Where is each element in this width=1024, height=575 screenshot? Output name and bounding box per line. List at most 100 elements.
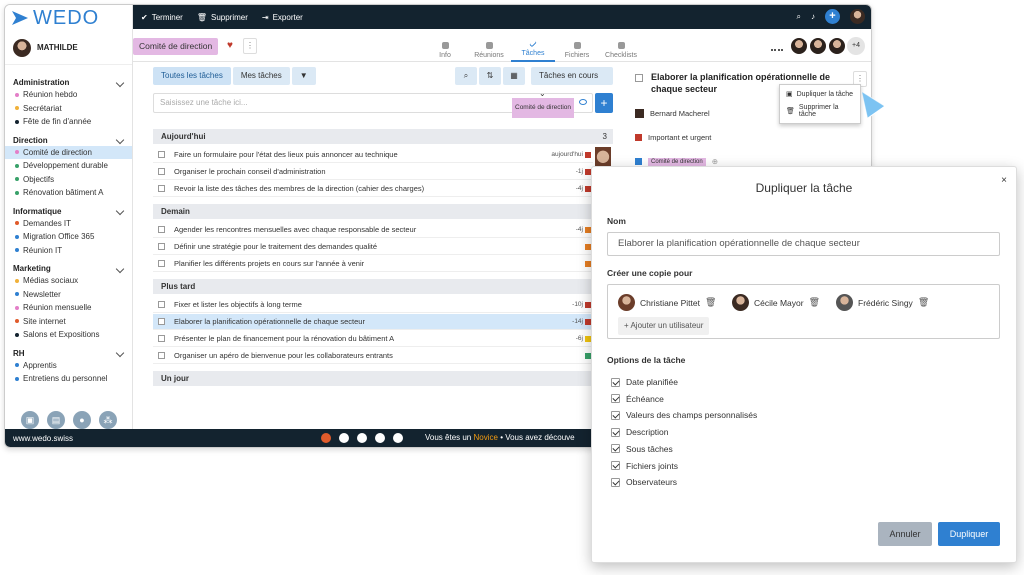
detail-tags[interactable]: Comité de direction ⊕: [635, 157, 718, 166]
sidebar-item[interactable]: Migration Office 365: [5, 230, 132, 244]
detail-priority[interactable]: Important et urgent: [635, 133, 711, 142]
task-checkbox[interactable]: [158, 335, 165, 342]
option-checkbox[interactable]: Observateurs: [611, 477, 677, 487]
sidebar-item[interactable]: Salons et Expositions: [5, 328, 132, 342]
sidebar-item[interactable]: Réunion hebdo: [5, 88, 132, 102]
cancel-button[interactable]: Annuler: [878, 522, 932, 546]
add-tag-icon[interactable]: ⊕: [712, 157, 718, 166]
delete-button[interactable]: 🗑 Supprimer: [197, 13, 248, 22]
checkbox-checked-icon[interactable]: [611, 394, 620, 404]
option-checkbox[interactable]: Échéance: [611, 394, 664, 404]
checkbox-checked-icon[interactable]: [611, 477, 620, 487]
tab-item[interactable]: Réunions: [467, 29, 511, 62]
avatar[interactable]: [850, 9, 865, 24]
export-button[interactable]: ⇥ Exporter: [262, 13, 303, 22]
clipboard-icon[interactable]: ▤: [47, 411, 65, 429]
add-icon[interactable]: +: [825, 9, 840, 24]
sidebar-group[interactable]: Direction: [5, 133, 132, 146]
task-checkbox[interactable]: [158, 318, 165, 325]
tag-chip[interactable]: Comité de direction: [648, 157, 706, 166]
users-icon[interactable]: ⁂: [99, 411, 117, 429]
sidebar-item[interactable]: Médias sociaux: [5, 274, 132, 288]
task-checkbox[interactable]: [158, 168, 165, 175]
bell-icon[interactable]: ♪: [811, 12, 815, 21]
sidebar-item[interactable]: Réunion mensuelle: [5, 301, 132, 315]
logo[interactable]: WEDO: [5, 5, 132, 31]
sort-icon[interactable]: ⇅: [479, 67, 501, 85]
section-header[interactable]: Plus tard: [153, 279, 613, 294]
table-row[interactable]: Planifier les différents projets en cour…: [153, 256, 593, 272]
finish-button[interactable]: ✔ Terminer: [141, 13, 183, 22]
detail-checkbox[interactable]: [635, 74, 643, 82]
trash-icon[interactable]: 🗑: [705, 297, 716, 308]
section-header[interactable]: Demain: [153, 204, 613, 219]
briefcase-icon[interactable]: ▣: [21, 411, 39, 429]
option-checkbox[interactable]: Fichiers joints: [611, 461, 678, 471]
sidebar-item[interactable]: Rénovation bâtiment A: [5, 186, 132, 200]
table-row[interactable]: Organiser le prochain conseil d'administ…: [153, 164, 593, 180]
tab-item[interactable]: Info: [423, 29, 467, 62]
task-checkbox[interactable]: [158, 352, 165, 359]
tab-item[interactable]: Tâches: [511, 29, 555, 62]
task-checkbox[interactable]: [158, 226, 165, 233]
grid-icon[interactable]: ▦: [503, 67, 525, 85]
table-row[interactable]: Faire un formulaire pour l'état des lieu…: [153, 147, 593, 163]
current-user[interactable]: MATHILDE: [5, 31, 132, 65]
sidebar-item[interactable]: Fête de fin d'année: [5, 115, 132, 129]
sidebar-item[interactable]: Développement durable: [5, 159, 132, 173]
chevron-down-icon[interactable]: [115, 206, 125, 216]
checkbox-checked-icon[interactable]: [611, 427, 620, 437]
checkbox-checked-icon[interactable]: [611, 461, 620, 470]
chevron-down-icon[interactable]: [115, 264, 125, 273]
chevron-down-icon[interactable]: [115, 78, 125, 87]
checkbox-checked-icon[interactable]: [611, 444, 620, 454]
grid-icon[interactable]: [771, 41, 783, 51]
sidebar-item[interactable]: Demandes IT: [5, 217, 132, 231]
checkbox-checked-icon[interactable]: [611, 377, 620, 387]
task-checkbox[interactable]: [158, 260, 165, 267]
task-checkbox[interactable]: [158, 185, 165, 192]
user-icon[interactable]: ●: [73, 411, 91, 429]
footer-brand[interactable]: www.wedo.swiss: [13, 434, 73, 443]
more-options-icon[interactable]: ⋮: [243, 38, 257, 54]
sidebar-item[interactable]: Secrétariat: [5, 102, 132, 116]
add-user-button[interactable]: + Ajouter un utilisateur: [618, 317, 710, 335]
option-checkbox[interactable]: Date planifiée: [611, 377, 678, 387]
filter-all-tasks[interactable]: Toutes les tâches: [153, 67, 231, 85]
new-task-input[interactable]: Saisissez une tâche ici... Comité de dir…: [153, 93, 593, 118]
sidebar-item[interactable]: Apprentis: [5, 359, 132, 373]
task-name-input[interactable]: Elaborer la planification opérationnelle…: [607, 232, 1000, 256]
option-checkbox[interactable]: Description: [611, 427, 669, 437]
new-task-tag[interactable]: Comité de direction: [512, 98, 574, 118]
trash-icon[interactable]: 🗑: [918, 297, 929, 308]
sidebar-item[interactable]: Comité de direction: [5, 145, 132, 159]
sidebar-group[interactable]: Informatique: [5, 204, 132, 217]
sidebar-group[interactable]: Administration: [5, 75, 132, 88]
checkbox-checked-icon[interactable]: [611, 410, 620, 420]
members[interactable]: +4: [771, 37, 865, 55]
detail-assignee[interactable]: Bernard Macherel: [635, 109, 710, 118]
table-row[interactable]: Agender les rencontres mensuelles avec c…: [153, 222, 593, 238]
table-row[interactable]: Organiser un apéro de bienvenue pour les…: [153, 348, 593, 364]
close-icon[interactable]: ×: [1001, 175, 1007, 186]
trash-icon[interactable]: 🗑: [809, 297, 820, 308]
sidebar-item[interactable]: Newsletter: [5, 288, 132, 302]
option-checkbox[interactable]: Sous tâches: [611, 444, 673, 454]
chevron-down-icon[interactable]: [115, 135, 125, 145]
task-checkbox[interactable]: [158, 301, 165, 308]
add-task-button[interactable]: +: [595, 93, 613, 113]
table-row[interactable]: Fixer et lister les objectifs à long ter…: [153, 297, 593, 313]
search-icon[interactable]: ⌕: [455, 67, 477, 85]
duplicate-button[interactable]: Dupliquer: [938, 522, 1000, 546]
delete-task-item[interactable]: 🗑 Supprimer la tâche: [780, 101, 860, 121]
more-members[interactable]: +4: [847, 37, 865, 55]
heart-icon[interactable]: ♥: [227, 40, 233, 51]
table-row[interactable]: Définir une stratégie pour le traitement…: [153, 239, 593, 255]
section-header[interactable]: Un jour: [153, 371, 613, 386]
sidebar-group[interactable]: RH: [5, 346, 132, 359]
sidebar-item[interactable]: Entretiens du personnel: [5, 372, 132, 386]
sidebar-item[interactable]: Site internet: [5, 315, 132, 329]
eye-icon[interactable]: [579, 99, 587, 105]
table-row[interactable]: Elaborer la planification opérationnelle…: [153, 314, 593, 330]
chevron-down-icon[interactable]: [115, 348, 125, 358]
